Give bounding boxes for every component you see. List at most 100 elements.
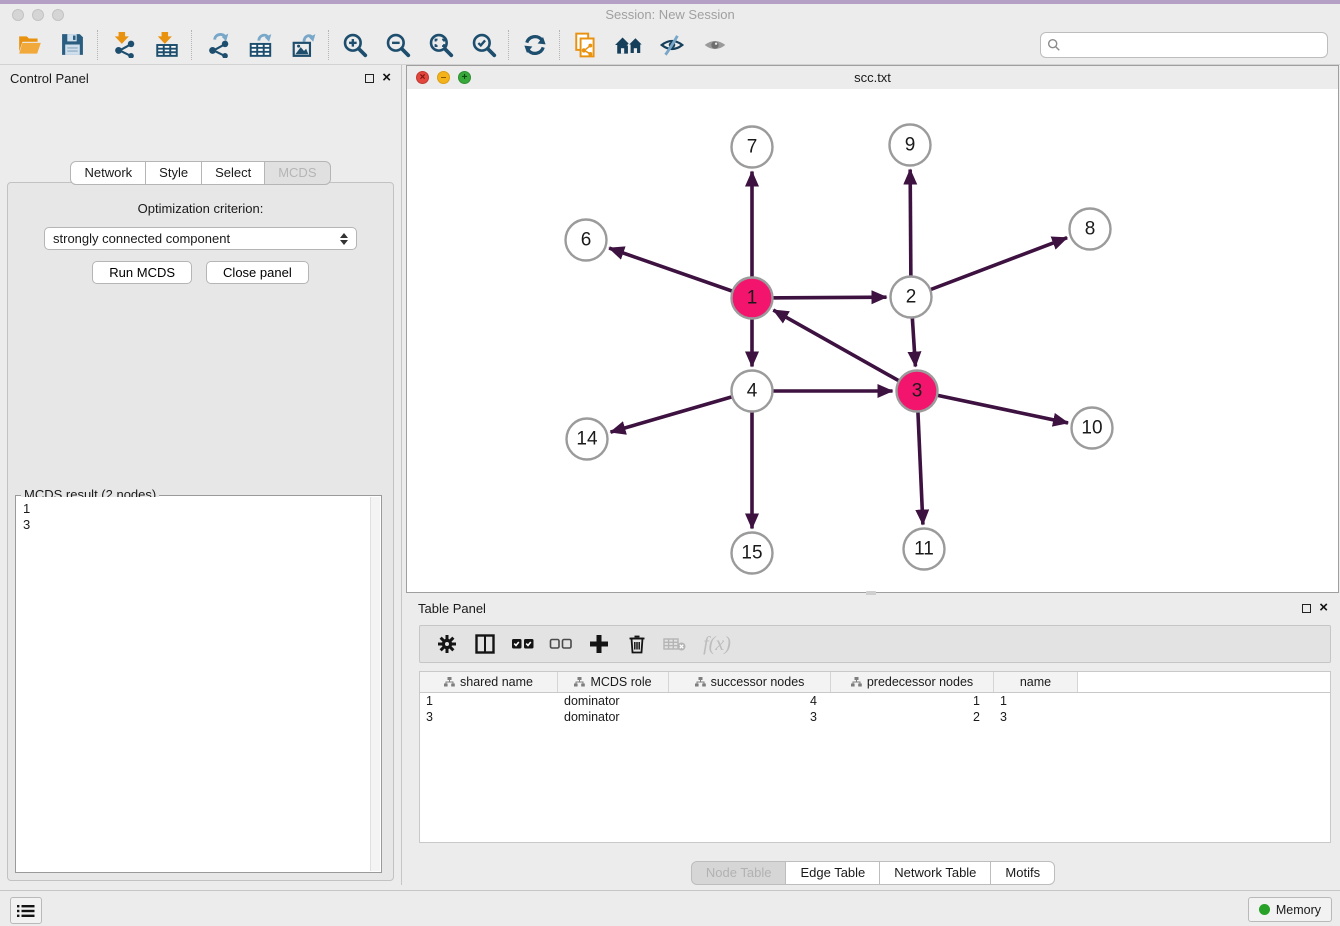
create-column-button[interactable] xyxy=(580,629,618,659)
open-session-button[interactable] xyxy=(8,28,51,62)
column-header-mcds-role[interactable]: MCDS role xyxy=(558,672,669,692)
network-window-title: scc.txt xyxy=(407,70,1338,85)
search-icon xyxy=(1047,38,1061,52)
zoom-selected-button[interactable] xyxy=(462,28,505,62)
import-table-button[interactable] xyxy=(145,28,188,62)
float-panel-icon[interactable] xyxy=(365,74,374,83)
import-network-button[interactable] xyxy=(102,28,145,62)
table-cell: 4 xyxy=(669,694,831,708)
close-panel-button[interactable]: Close panel xyxy=(206,261,309,284)
export-table-button[interactable] xyxy=(239,28,282,62)
control-panel: Control Panel × Network Style Select MCD… xyxy=(0,65,402,885)
tab-node-table[interactable]: Node Table xyxy=(691,861,787,885)
graph-node-8[interactable]: 8 xyxy=(1070,209,1111,250)
graph-edge-3-10[interactable] xyxy=(917,391,1068,423)
delete-table-button[interactable] xyxy=(656,629,694,659)
network-maximize-button[interactable]: + xyxy=(458,71,471,84)
tab-style[interactable]: Style xyxy=(145,161,202,185)
column-layout-button[interactable] xyxy=(466,629,504,659)
graph-node-label: 9 xyxy=(905,135,916,156)
graph-node-9[interactable]: 9 xyxy=(890,125,931,166)
graph-edge-1-6[interactable] xyxy=(609,248,752,298)
table-cell: dominator xyxy=(558,694,669,708)
select-all-rows-button[interactable] xyxy=(504,629,542,659)
table-cell: 3 xyxy=(420,710,558,724)
graph-node-10[interactable]: 10 xyxy=(1072,408,1113,449)
graph-edge-3-1[interactable] xyxy=(773,310,917,391)
toolbar-separator xyxy=(97,30,99,60)
zoom-out-icon xyxy=(385,32,411,58)
export-image-button[interactable] xyxy=(282,28,325,62)
export-network-button[interactable] xyxy=(196,28,239,62)
table-row[interactable]: 3dominator323 xyxy=(420,709,1330,725)
table-cell: dominator xyxy=(558,710,669,724)
tab-edge-table[interactable]: Edge Table xyxy=(785,861,880,885)
mcds-result-box: MCDS result (2 nodes) 13 xyxy=(15,495,382,873)
zoom-out-button[interactable] xyxy=(376,28,419,62)
delete-column-button[interactable] xyxy=(618,629,656,659)
toolbar-separator xyxy=(508,30,510,60)
select-stepper-icon xyxy=(340,233,348,245)
graph-node-label: 3 xyxy=(912,381,923,402)
node-table: shared name MCDS role successor nodes pr… xyxy=(419,671,1331,843)
mcds-result-line: 1 xyxy=(23,501,364,517)
select-all-icon xyxy=(511,636,535,652)
float-table-panel-icon[interactable] xyxy=(1302,604,1311,613)
deselect-all-icon xyxy=(549,636,573,652)
import-table-icon xyxy=(154,32,180,58)
graph-node-2[interactable]: 2 xyxy=(891,277,932,318)
mcds-result-list[interactable]: 13 xyxy=(17,497,370,871)
graph-node-4[interactable]: 4 xyxy=(732,371,773,412)
zoom-fit-button[interactable] xyxy=(419,28,462,62)
graph-edge-4-14[interactable] xyxy=(611,391,752,432)
network-canvas[interactable]: 7 9 6 8 1 2 4 3 14 10 15 11 xyxy=(407,89,1338,592)
deselect-all-rows-button[interactable] xyxy=(542,629,580,659)
network-minimize-button[interactable]: – xyxy=(437,71,450,84)
tab-network-table[interactable]: Network Table xyxy=(879,861,991,885)
graph-node-3[interactable]: 3 xyxy=(897,371,938,412)
table-panel-header: Table Panel × xyxy=(406,595,1340,621)
close-table-panel-icon[interactable]: × xyxy=(1319,603,1328,613)
graph-node-15[interactable]: 15 xyxy=(732,533,773,574)
graph-node-11[interactable]: 11 xyxy=(904,529,945,570)
flow-icon xyxy=(695,677,706,687)
titlebar: Session: New Session xyxy=(0,4,1340,25)
hide-selected-button[interactable] xyxy=(650,28,693,62)
table-row[interactable]: 1dominator411 xyxy=(420,693,1330,709)
save-session-button[interactable] xyxy=(51,28,94,62)
close-panel-icon[interactable]: × xyxy=(382,73,391,83)
graph-node-14[interactable]: 14 xyxy=(567,419,608,460)
tab-motifs[interactable]: Motifs xyxy=(990,861,1055,885)
copy-network-icon xyxy=(573,32,599,58)
refresh-view-button[interactable] xyxy=(513,28,556,62)
eye-icon xyxy=(702,32,728,58)
task-history-button[interactable] xyxy=(10,897,42,924)
tab-network[interactable]: Network xyxy=(70,161,146,185)
graph-node-1[interactable]: 1 xyxy=(732,278,773,319)
double-home-icon xyxy=(614,32,644,58)
table-panel-title: Table Panel xyxy=(418,601,486,616)
column-header-name[interactable]: name xyxy=(994,672,1078,692)
zoom-in-button[interactable] xyxy=(333,28,376,62)
control-panel-title: Control Panel xyxy=(10,71,89,86)
control-panel-header: Control Panel × xyxy=(0,65,401,91)
graph-node-7[interactable]: 7 xyxy=(732,127,773,168)
tab-select[interactable]: Select xyxy=(201,161,265,185)
show-all-button[interactable] xyxy=(693,28,736,62)
network-close-button[interactable]: × xyxy=(416,71,429,84)
graph-edge-2-8[interactable] xyxy=(911,238,1067,297)
criterion-select[interactable]: strongly connected component xyxy=(44,227,357,250)
search-input[interactable] xyxy=(1061,36,1321,53)
result-scrollbar[interactable] xyxy=(370,497,380,871)
function-builder-button[interactable]: f(x) xyxy=(694,629,740,659)
first-neighbors-button[interactable] xyxy=(607,28,650,62)
tab-mcds[interactable]: MCDS xyxy=(264,161,330,185)
graph-node-6[interactable]: 6 xyxy=(566,220,607,261)
column-header-shared-name[interactable]: shared name xyxy=(420,672,558,692)
table-settings-button[interactable] xyxy=(428,629,466,659)
column-header-predecessor-nodes[interactable]: predecessor nodes xyxy=(831,672,994,692)
memory-button[interactable]: Memory xyxy=(1248,897,1332,922)
column-header-successor-nodes[interactable]: successor nodes xyxy=(669,672,831,692)
run-mcds-button[interactable]: Run MCDS xyxy=(92,261,192,284)
copy-network-view-button[interactable] xyxy=(564,28,607,62)
